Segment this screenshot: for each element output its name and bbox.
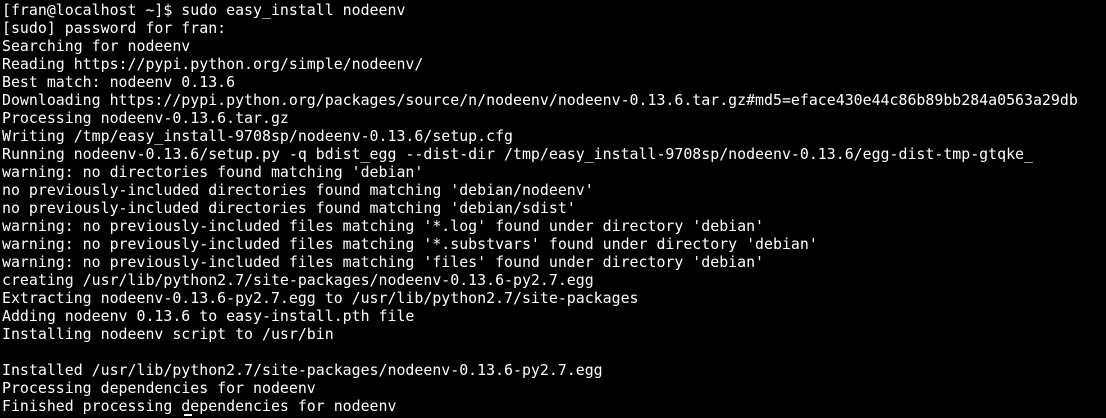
terminal-line: Writing /tmp/easy_install-9708sp/nodeenv… <box>2 127 514 145</box>
terminal-line-command: [fran@localhost ~]$ sudo easy_install no… <box>2 1 406 19</box>
terminal-line: Downloading https://pypi.python.org/pack… <box>2 91 1078 109</box>
terminal-line: Running nodeenv-0.13.6/setup.py -q bdist… <box>2 145 1033 163</box>
terminal-line: Searching for nodeenv <box>2 37 191 55</box>
terminal-line: warning: no directories found matching '… <box>2 163 424 181</box>
terminal-output[interactable]: [fran@localhost ~]$ sudo easy_install no… <box>0 0 1106 418</box>
terminal-line: no previously-included directories found… <box>2 199 576 217</box>
text-cursor-icon <box>184 414 192 416</box>
terminal-line: Best match: nodeenv 0.13.6 <box>2 73 236 91</box>
terminal-line: no previously-included directories found… <box>2 181 594 199</box>
terminal-line: Installing nodeenv script to /usr/bin <box>2 325 334 343</box>
terminal-line-sudo-prompt: [sudo] password for fran: <box>2 19 227 37</box>
terminal-line: Installed /usr/lib/python2.7/site-packag… <box>2 361 603 379</box>
terminal-line-last: Finished processing dependencies for nod… <box>2 397 1106 415</box>
terminal-line: Adding nodeenv 0.13.6 to easy-install.pt… <box>2 307 415 325</box>
terminal-line: warning: no previously-included files ma… <box>2 235 818 253</box>
terminal-line: Reading https://pypi.python.org/simple/n… <box>2 55 424 73</box>
terminal-line: warning: no previously-included files ma… <box>2 253 765 271</box>
terminal-line: creating /usr/lib/python2.7/site-package… <box>2 271 594 289</box>
terminal-line: Processing dependencies for nodeenv <box>2 379 316 397</box>
terminal-line: Processing nodeenv-0.13.6.tar.gz <box>2 109 289 127</box>
terminal-line: warning: no previously-included files ma… <box>2 217 765 235</box>
terminal-line-text: Finished processing dependencies for nod… <box>2 397 397 415</box>
terminal-line: Extracting nodeenv-0.13.6-py2.7.egg to /… <box>2 289 639 307</box>
